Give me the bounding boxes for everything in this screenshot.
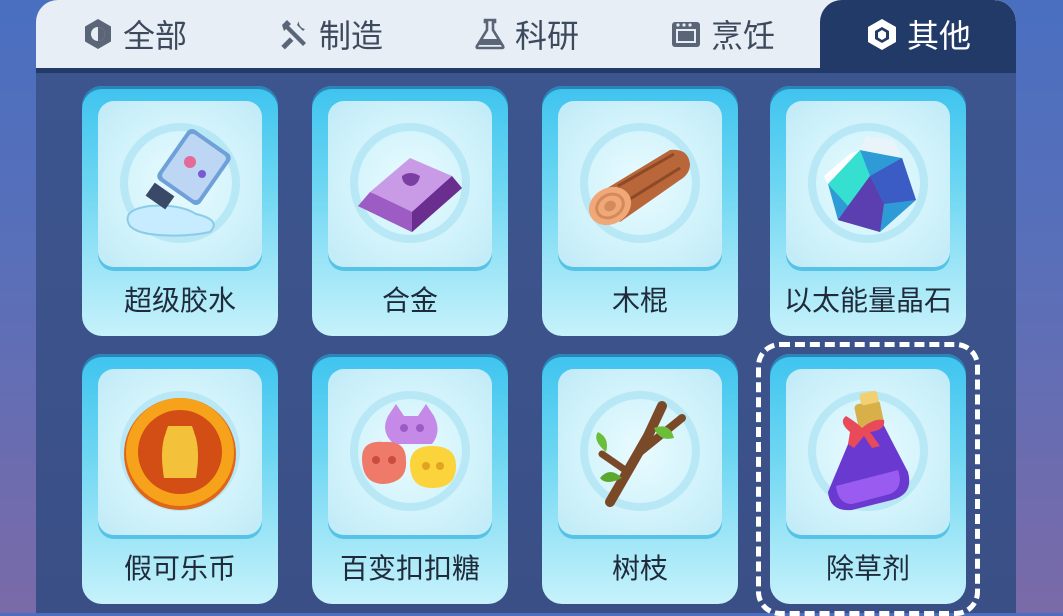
item-card-alloy[interactable]: 合金 bbox=[312, 86, 508, 336]
tab-label: 其他 bbox=[906, 17, 971, 55]
item-name: 合金 bbox=[381, 284, 438, 317]
tab-all[interactable]: 全部 bbox=[36, 0, 232, 68]
item-card-ether-crystal[interactable]: 以太能量晶石 bbox=[770, 86, 966, 336]
stove-icon bbox=[669, 17, 703, 51]
tree-branch-icon bbox=[558, 369, 722, 535]
wood-log-icon bbox=[558, 101, 722, 267]
tab-crafting[interactable]: 制造 bbox=[232, 0, 428, 68]
tab-other[interactable]: 其他 bbox=[820, 0, 1016, 68]
cube-icon bbox=[865, 17, 899, 51]
item-name: 百变扣扣糖 bbox=[339, 552, 480, 585]
all-hexagon-icon bbox=[81, 17, 115, 51]
tab-underline bbox=[36, 68, 1016, 73]
item-card-fake-cola-coin[interactable]: 假可乐币 bbox=[82, 354, 278, 604]
item-name: 以太能量晶石 bbox=[783, 284, 952, 317]
glue-tube-icon bbox=[98, 101, 262, 267]
item-card-super-glue[interactable]: 超级胶水 bbox=[82, 86, 278, 336]
item-name: 木棍 bbox=[611, 284, 668, 317]
tab-cooking[interactable]: 烹饪 bbox=[624, 0, 820, 68]
item-name: 除草剂 bbox=[825, 552, 910, 585]
tab-label: 科研 bbox=[514, 17, 579, 55]
item-name: 假可乐币 bbox=[123, 552, 236, 585]
tab-label: 烹饪 bbox=[710, 17, 775, 55]
tools-icon bbox=[277, 17, 311, 51]
category-tabs: 全部 制造 科研 烹饪 其他 bbox=[36, 0, 1016, 68]
item-card-tree-branch[interactable]: 树枝 bbox=[542, 354, 738, 604]
item-card-wood-stick[interactable]: 木棍 bbox=[542, 86, 738, 336]
item-name: 树枝 bbox=[611, 552, 668, 585]
tab-label: 全部 bbox=[122, 17, 187, 55]
alloy-ingot-icon bbox=[328, 101, 492, 267]
gummy-candy-icon bbox=[328, 369, 492, 535]
coin-icon bbox=[98, 369, 262, 535]
item-card-herbicide[interactable]: 除草剂 bbox=[756, 342, 980, 616]
potion-bottle-icon bbox=[786, 369, 950, 535]
tab-research[interactable]: 科研 bbox=[428, 0, 624, 68]
item-card-gummy-candy[interactable]: 百变扣扣糖 bbox=[312, 354, 508, 604]
tab-label: 制造 bbox=[318, 17, 383, 55]
flask-icon bbox=[473, 17, 507, 51]
ether-crystal-icon bbox=[786, 101, 950, 267]
item-name: 超级胶水 bbox=[123, 284, 236, 317]
